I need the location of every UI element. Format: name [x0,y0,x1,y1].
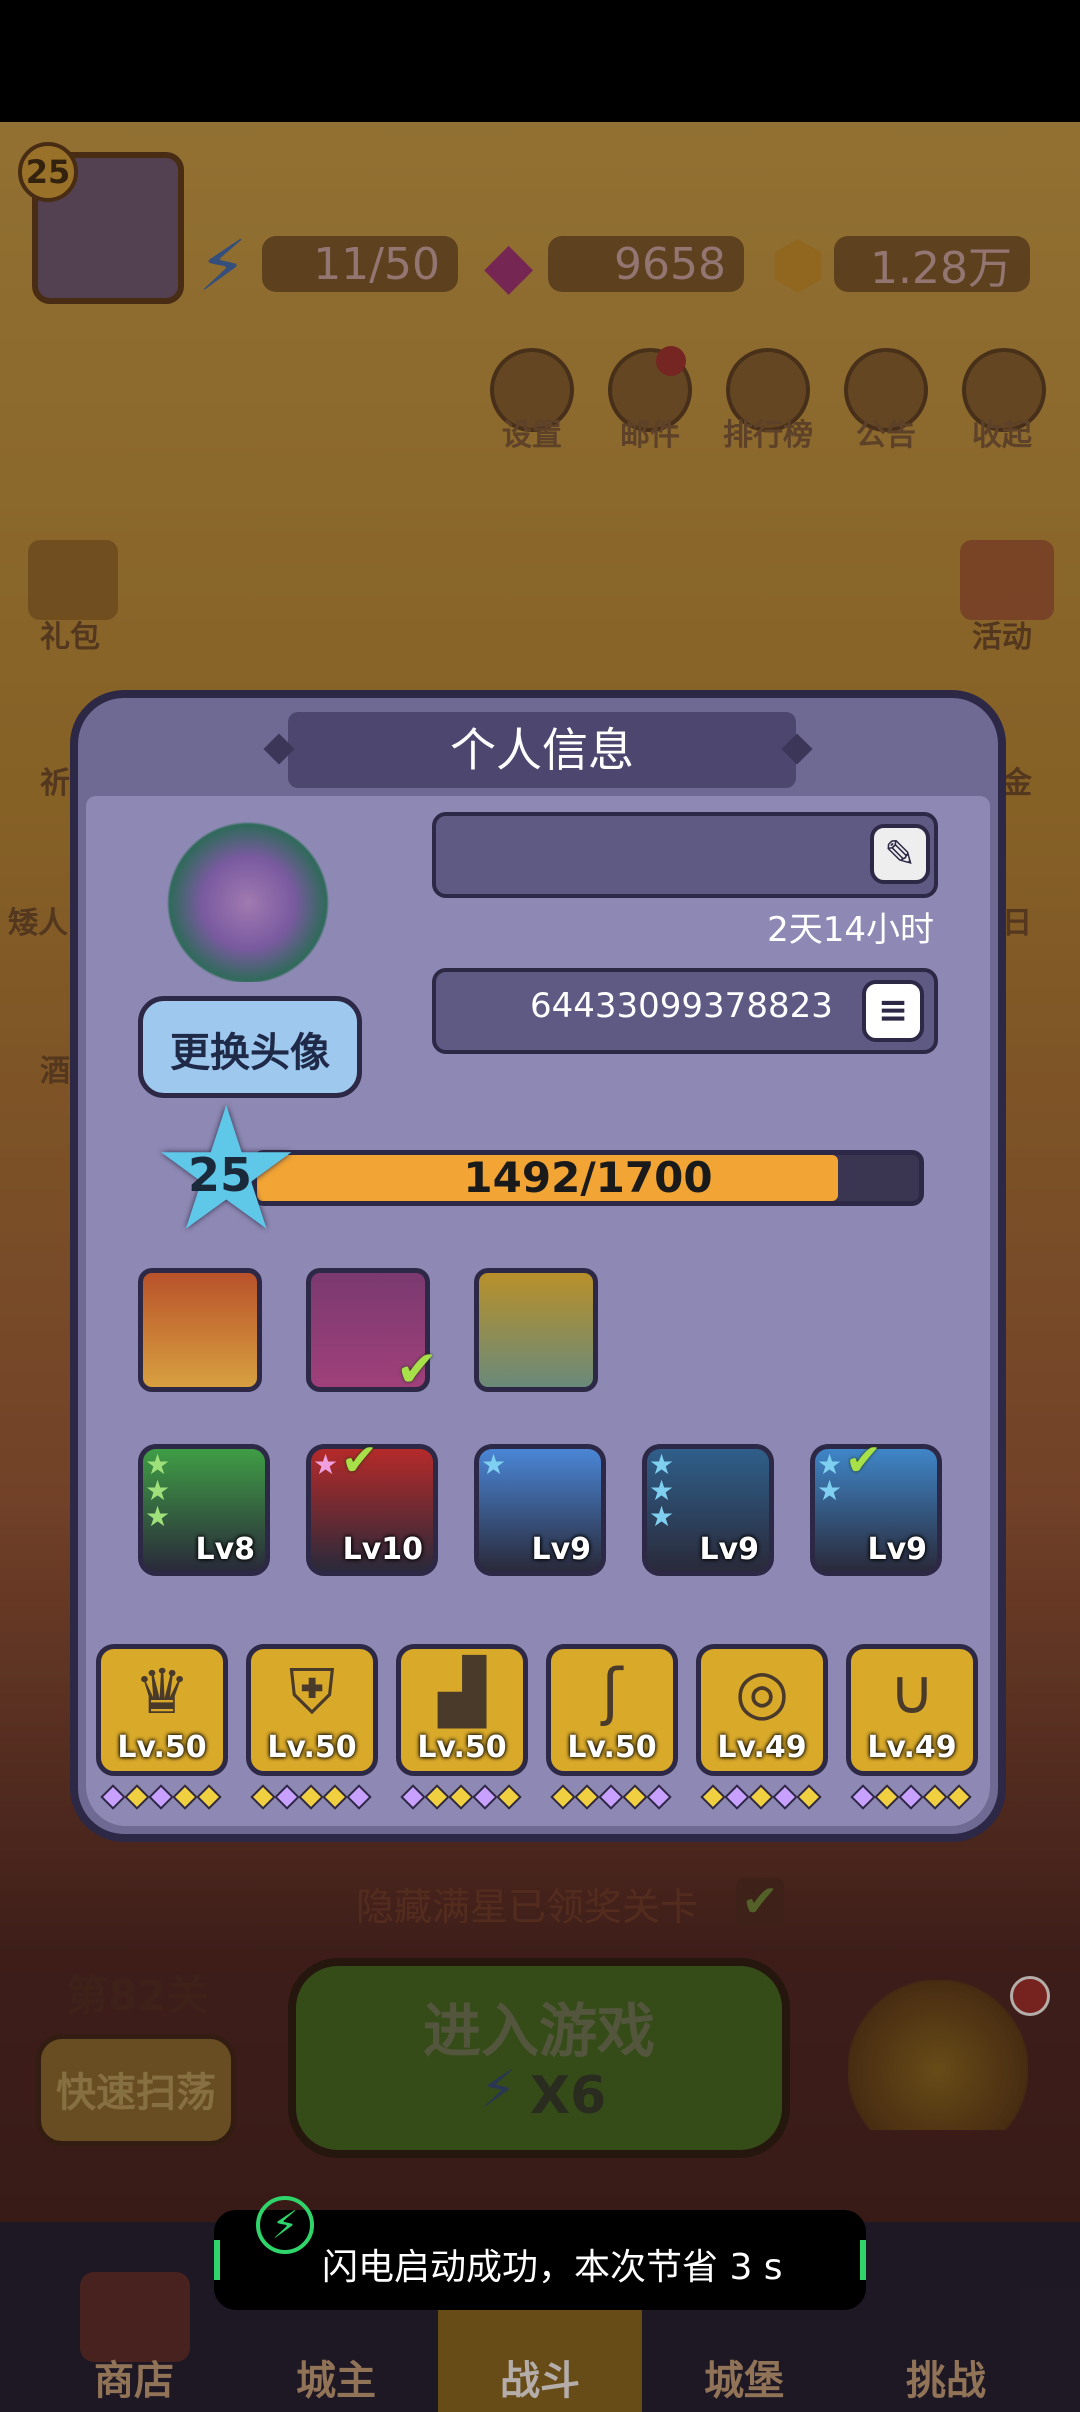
pet-level: Lv8 [195,1532,255,1567]
status-bar [0,0,1080,122]
pet-card[interactable]: Lv9 ★ [474,1444,606,1576]
pet-level: Lv9 [531,1532,591,1567]
necklace-icon: ∪ [889,1655,935,1728]
ring-icon: ◎ [734,1655,790,1728]
star-icon: ★ [145,1500,171,1533]
equipment-level: Lv.49 [717,1730,807,1765]
portrait-blonde-hero[interactable] [138,1268,262,1392]
toast-accent-left [214,2240,220,2280]
armor-icon: ⛨ [288,1655,336,1728]
equipment-level: Lv.50 [117,1730,207,1765]
online-time: 2天14小时 [767,910,934,950]
toast-accent-right [860,2240,866,2280]
pet-selected-check-icon: ✔ [845,1435,882,1486]
portrait-elf-hero[interactable] [474,1268,598,1392]
pet-level: Lv9 [699,1532,759,1567]
copy-icon[interactable]: ≡ [862,980,924,1042]
star-icon: ★ [817,1474,843,1507]
equipment-level: Lv.50 [417,1730,507,1765]
equipment-level: Lv.49 [867,1730,957,1765]
equipment-slot[interactable]: ◎ Lv.49 [696,1644,828,1776]
pet-card[interactable]: Lv10 ★ ✔ [306,1435,438,1576]
player-id: 64433099378823 [530,986,833,1026]
star-icon: ★ [481,1448,507,1481]
equipment-level: Lv.50 [267,1730,357,1765]
change-avatar-label: 更换头像 [170,1030,330,1076]
pet-level: Lv9 [867,1532,927,1567]
boot-icon: ▟ [438,1655,486,1728]
pet-level: Lv10 [342,1532,423,1567]
equipment-level: Lv.50 [567,1730,657,1765]
dialog-title: 个人信息 [450,723,634,777]
pet-card[interactable]: Lv9 ★ ★ ✔ [810,1435,942,1576]
name-field[interactable] [432,812,938,898]
star-icon: ★ [649,1500,675,1533]
staff-icon: ʃ [601,1655,623,1728]
equipment-slot[interactable]: ⛨ Lv.50 [246,1644,378,1776]
equipment-slot[interactable]: ♛ Lv.50 [96,1644,228,1776]
pet-card[interactable]: Lv9 ★ ★ ★ [642,1444,774,1576]
portrait-selected-check-icon: ✔ [396,1340,438,1398]
edit-icon[interactable]: ✎ [870,824,930,884]
xp-text: 1492/1700 [463,1153,713,1202]
pet-card[interactable]: Lv8 ★ ★ ★ [138,1444,270,1576]
equipment-slot[interactable]: ʃ Lv.50 [546,1644,678,1776]
star-icon: ★ [313,1448,339,1481]
equipment-slot[interactable]: ∪ Lv.49 [846,1644,978,1776]
toast-message: 闪电启动成功，本次节省 3 s [322,2247,783,2288]
lightning-icon: ⚡ [256,2196,314,2254]
profile-avatar [160,806,336,982]
level-number: 25 [187,1148,252,1202]
crown-icon: ♛ [134,1655,190,1728]
equipment-slot[interactable]: ▟ Lv.50 [396,1644,528,1776]
pet-selected-check-icon: ✔ [341,1435,378,1486]
